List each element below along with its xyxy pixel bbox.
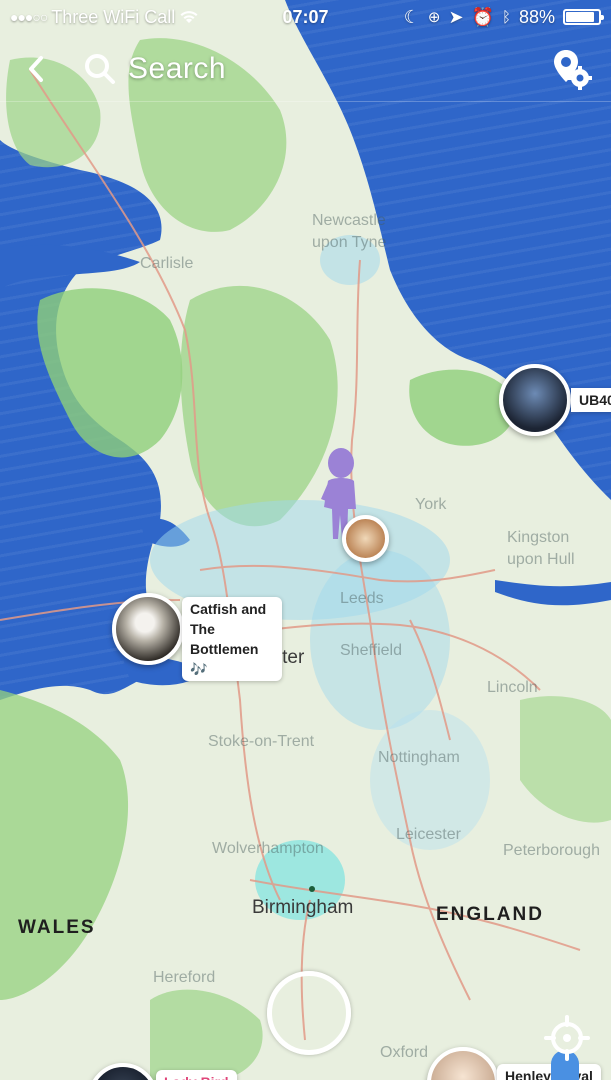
location-settings-icon [554,49,592,90]
locate-me-button[interactable] [541,1012,593,1064]
story-bubble-near-leeds[interactable] [342,515,389,562]
story-tag-ub40[interactable]: UB40 [571,388,611,412]
story-tag-catfish[interactable]: Catfish and The Bottlemen 🎶 [182,597,282,681]
battery-fill [566,12,595,22]
signal-dots-icon: ●●●○○ [10,9,48,25]
status-bar: ●●●○○ Three WiFi Call 07:07 ☾ ⊕ ➤ ⏰ ᛒ 88… [0,0,611,34]
status-right: ☾ ⊕ ➤ ⏰ ᛒ 88% [361,6,604,28]
status-left: ●●●○○ Three WiFi Call [10,7,250,28]
alarm-icon: ⏰ [471,6,494,27]
carrier-name: Three WiFi Call [51,6,176,27]
place-label-nottingham: Nottingham [378,749,460,766]
crosshair-icon [544,1015,590,1061]
moon-icon: ☾ [403,6,420,27]
search-button[interactable]: Search [84,52,547,86]
back-button[interactable] [16,49,56,89]
story-tag-henley[interactable]: Henley Royal [497,1064,601,1080]
story-tag-catfish-line1: Catfish and [190,601,267,617]
search-icon [85,53,115,84]
place-label-york: York [415,496,447,513]
orientation-lock-icon: ⊕ [427,9,441,26]
camera-shutter-button[interactable] [267,971,351,1055]
story-bubble-catfish[interactable] [112,593,184,665]
region-label-wales: WALES [18,917,96,938]
story-tag-catfish-line3: Bottlemen 🎶 [190,641,259,677]
story-bubble-ub40[interactable] [499,364,571,436]
place-label-hereford: Hereford [153,969,216,986]
place-label-leicester: Leicester [396,826,461,843]
location-settings-button[interactable] [547,45,595,93]
region-label-england: ENGLAND [436,904,544,925]
top-bar: Search [0,36,611,102]
place-label-leeds: Leeds [340,590,384,607]
place-label-peterborough: Peterborough [503,842,600,859]
battery-percent: 88% [518,6,555,27]
bluetooth-icon: ᛒ [501,8,511,26]
place-label-newcastle: Newcastle upon Tyne [312,212,387,251]
place-label-kingston: Kingston upon Hull [507,529,575,568]
place-label-stoke: Stoke-on-Trent [208,733,315,750]
place-label-oxford: Oxford [380,1044,429,1061]
story-tag-bottom-left[interactable]: Lady Bird [156,1070,237,1080]
location-arrow-icon: ➤ [448,6,464,27]
place-label-carlisle: Carlisle [140,255,194,272]
story-tag-catfish-line2: The [190,621,215,637]
search-label: Search [128,51,227,85]
status-time: 07:07 [282,6,329,27]
wifi-icon [180,11,198,23]
chevron-left-icon [29,55,43,82]
place-label-lincoln: Lincoln [487,679,538,696]
battery-icon [563,9,604,25]
place-label-birmingham: Birmingham [252,897,354,918]
place-label-sheffield: Sheffield [340,642,402,659]
place-label-wolverhampton: Wolverhampton [212,840,324,857]
map-view[interactable]: Newcastle upon Tyne Carlisle York Kingst… [0,0,611,1080]
